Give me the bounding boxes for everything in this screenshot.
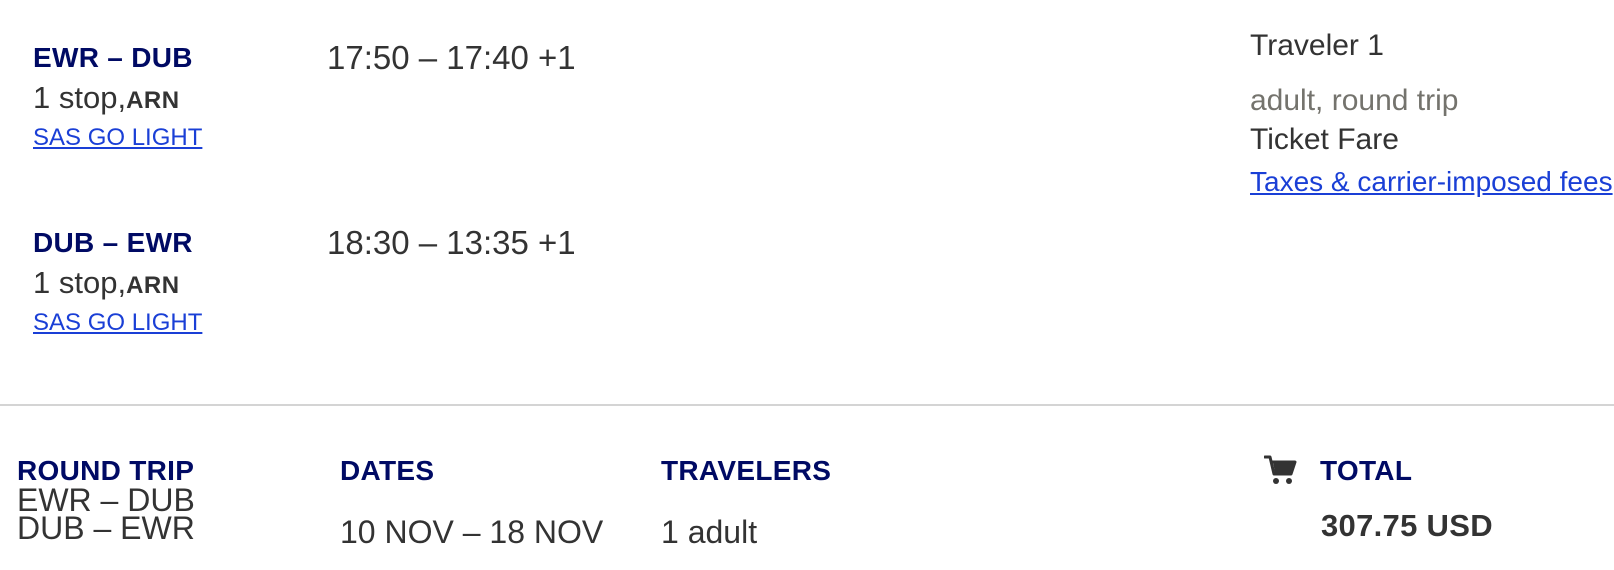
travelers-value: 1 adult <box>661 514 758 550</box>
stopover-airport: ARN <box>126 272 180 299</box>
cart-icon <box>1263 454 1298 491</box>
travelers-heading: TRAVELERS <box>661 455 832 486</box>
fare-type-link-outbound[interactable]: SAS GO LIGHT <box>33 124 202 152</box>
round-trip-route-return: DUB – EWR <box>17 510 195 546</box>
flight-route-return: DUB – EWR <box>33 227 193 258</box>
stops-text: 1 stop, <box>33 265 127 300</box>
dates-value: 10 NOV – 18 NOV <box>340 514 604 550</box>
section-divider <box>0 404 1614 406</box>
ticket-fare-label: Ticket Fare <box>1250 123 1399 156</box>
flight-stops-return: 1 stop,ARN <box>33 265 180 301</box>
total-price: 307.75 USD <box>1321 508 1493 543</box>
total-heading: TOTAL <box>1320 455 1413 486</box>
flight-route-outbound: EWR – DUB <box>33 42 193 73</box>
taxes-fees-link[interactable]: Taxes & carrier-imposed fees <box>1250 166 1613 198</box>
cart-icon-svg <box>1263 455 1297 484</box>
flight-time-outbound: 17:50 – 17:40 +1 <box>327 39 576 76</box>
traveler-type: adult, round trip <box>1250 84 1459 117</box>
traveler-title: Traveler 1 <box>1250 29 1384 62</box>
fare-type-link-return[interactable]: SAS GO LIGHT <box>33 309 202 337</box>
stops-text: 1 stop, <box>33 80 127 115</box>
stopover-airport: ARN <box>126 87 180 114</box>
dates-heading: DATES <box>340 455 435 486</box>
flight-stops-outbound: 1 stop,ARN <box>33 80 180 116</box>
flight-time-return: 18:30 – 13:35 +1 <box>327 224 576 261</box>
